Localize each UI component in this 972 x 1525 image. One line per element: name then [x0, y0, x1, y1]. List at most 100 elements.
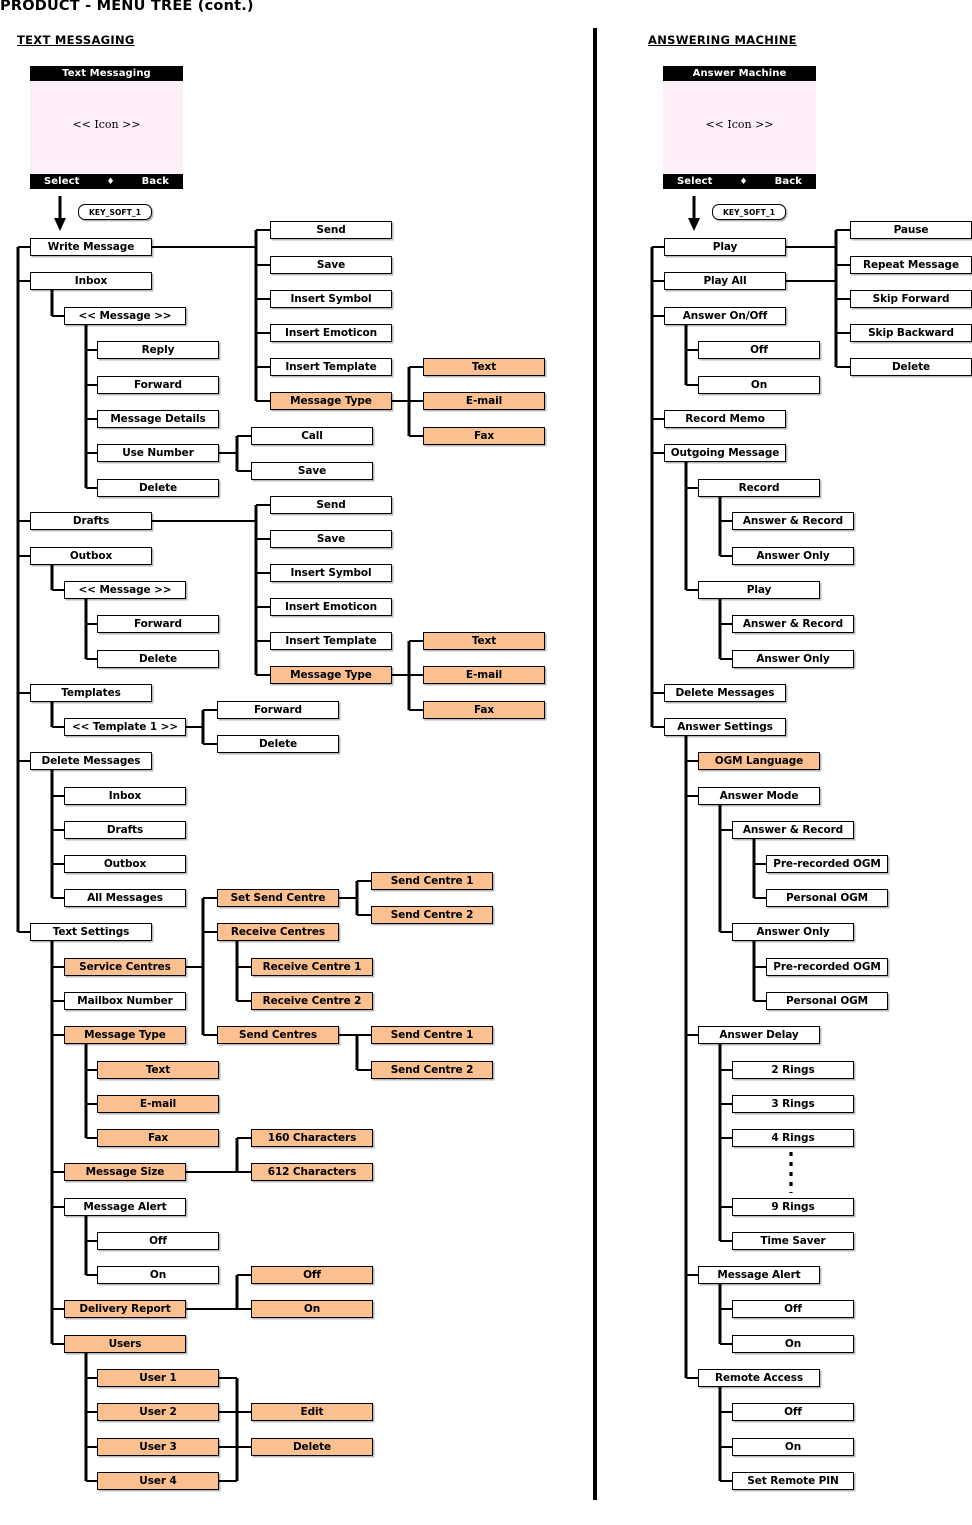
menu-node-delete[interactable]: Delete	[850, 358, 972, 376]
menu-node-template1[interactable]: << Template 1 >>	[64, 718, 186, 736]
menu-node-delivery-report[interactable]: Delivery Report	[64, 1300, 186, 1318]
menu-node-rec-ao[interactable]: Answer Only	[732, 547, 854, 565]
menu-node-record-memo[interactable]: Record Memo	[664, 410, 786, 428]
right-softkey-back[interactable]: Back	[775, 176, 802, 187]
menu-node-del-outbox[interactable]: Outbox	[64, 855, 186, 873]
menu-node-fax3[interactable]: Fax	[97, 1129, 219, 1147]
menu-node-ra-on[interactable]: On	[732, 1438, 854, 1456]
menu-node-write-message[interactable]: Write Message	[30, 238, 152, 256]
menu-node-ra-off[interactable]: Off	[732, 1403, 854, 1421]
menu-node-del-messages[interactable]: Delete Messages	[664, 684, 786, 702]
menu-node-recv-centre-1[interactable]: Receive Centre 1	[251, 958, 373, 976]
menu-node-user1[interactable]: User 1	[97, 1369, 219, 1387]
menu-node-mailbox-number[interactable]: Mailbox Number	[64, 992, 186, 1010]
menu-node-play[interactable]: Play	[664, 238, 786, 256]
menu-node-send-centre-2b[interactable]: Send Centre 2	[371, 1061, 493, 1079]
menu-node-email2[interactable]: E-mail	[423, 666, 545, 684]
menu-node-delete3[interactable]: Delete	[217, 735, 339, 753]
menu-node-fax2[interactable]: Fax	[423, 701, 545, 719]
menu-node-del-all[interactable]: All Messages	[64, 889, 186, 907]
menu-node-am-ar-pre[interactable]: Pre-recorded OGM	[766, 855, 888, 873]
menu-node-email1[interactable]: E-mail	[423, 392, 545, 410]
menu-node-delete1[interactable]: Delete	[97, 479, 219, 497]
menu-node-am-ao-pre[interactable]: Pre-recorded OGM	[766, 958, 888, 976]
menu-node-dr-on[interactable]: On	[251, 1300, 373, 1318]
menu-node-recv-centre-2[interactable]: Receive Centre 2	[251, 992, 373, 1010]
menu-node-text-settings[interactable]: Text Settings	[30, 923, 152, 941]
menu-node-ao-on[interactable]: On	[698, 376, 820, 394]
menu-node-fax1[interactable]: Fax	[423, 427, 545, 445]
menu-node-text3[interactable]: Text	[97, 1061, 219, 1079]
menu-node-receive-centres[interactable]: Receive Centres	[217, 923, 339, 941]
menu-node-text2[interactable]: Text	[423, 632, 545, 650]
menu-node-dr-off[interactable]: Off	[251, 1266, 373, 1284]
menu-node-am-ao-pers[interactable]: Personal OGM	[766, 992, 888, 1010]
menu-node-insert-symbol1[interactable]: Insert Symbol	[270, 290, 392, 308]
menu-node-ma-on[interactable]: On	[732, 1335, 854, 1353]
menu-node-drafts[interactable]: Drafts	[30, 512, 152, 530]
menu-node-insert-symbol2[interactable]: Insert Symbol	[270, 564, 392, 582]
menu-node-alert-on[interactable]: On	[97, 1266, 219, 1284]
menu-node-msg-type1[interactable]: Message Type	[270, 392, 392, 410]
menu-node-use-number[interactable]: Use Number	[97, 444, 219, 462]
menu-node-send1[interactable]: Send	[270, 221, 392, 239]
menu-node-insert-tmpl1[interactable]: Insert Template	[270, 358, 392, 376]
menu-node-save1[interactable]: Save	[270, 256, 392, 274]
menu-node-user2[interactable]: User 2	[97, 1403, 219, 1421]
menu-node-2-rings[interactable]: 2 Rings	[732, 1061, 854, 1079]
menu-node-remote-access[interactable]: Remote Access	[698, 1369, 820, 1387]
menu-node-outbox-msg[interactable]: << Message >>	[64, 581, 186, 599]
left-softkey-select[interactable]: Select	[44, 176, 80, 187]
menu-node-templates[interactable]: Templates	[30, 684, 152, 702]
menu-node-msg-size[interactable]: Message Size	[64, 1163, 186, 1181]
menu-node-msg-alert[interactable]: Message Alert	[64, 1198, 186, 1216]
menu-node-answer-onoff[interactable]: Answer On/Off	[664, 307, 786, 325]
menu-node-answer-mode[interactable]: Answer Mode	[698, 787, 820, 805]
menu-node-save-num[interactable]: Save	[251, 462, 373, 480]
menu-node-edit[interactable]: Edit	[251, 1403, 373, 1421]
menu-node-skip-bwd[interactable]: Skip Backward	[850, 324, 972, 342]
menu-node-4-rings[interactable]: 4 Rings	[732, 1129, 854, 1147]
menu-node-inbox-msg[interactable]: << Message >>	[64, 307, 186, 325]
menu-node-160-chars[interactable]: 160 Characters	[251, 1129, 373, 1147]
menu-node-msg-details[interactable]: Message Details	[97, 410, 219, 428]
menu-node-send-centre-2a[interactable]: Send Centre 2	[371, 906, 493, 924]
menu-node-msg-type3[interactable]: Message Type	[64, 1026, 186, 1044]
menu-node-3-rings[interactable]: 3 Rings	[732, 1095, 854, 1113]
menu-node-am-ar-pers[interactable]: Personal OGM	[766, 889, 888, 907]
menu-node-ma-off[interactable]: Off	[732, 1300, 854, 1318]
menu-node-text1[interactable]: Text	[423, 358, 545, 376]
menu-node-service-centres[interactable]: Service Centres	[64, 958, 186, 976]
menu-node-rec-ar[interactable]: Answer & Record	[732, 512, 854, 530]
menu-node-alert-off[interactable]: Off	[97, 1232, 219, 1250]
menu-node-am-ar[interactable]: Answer & Record	[732, 821, 854, 839]
menu-node-repeat-msg[interactable]: Repeat Message	[850, 256, 972, 274]
menu-node-user-delete[interactable]: Delete	[251, 1438, 373, 1456]
menu-node-insert-tmpl2[interactable]: Insert Template	[270, 632, 392, 650]
menu-node-forward2[interactable]: Forward	[97, 615, 219, 633]
menu-node-del-messages[interactable]: Delete Messages	[30, 752, 152, 770]
menu-node-insert-emot1[interactable]: Insert Emoticon	[270, 324, 392, 342]
menu-node-pause[interactable]: Pause	[850, 221, 972, 239]
menu-node-set-send-centre[interactable]: Set Send Centre	[217, 889, 339, 907]
menu-node-del-inbox[interactable]: Inbox	[64, 787, 186, 805]
menu-node-forward3[interactable]: Forward	[217, 701, 339, 719]
menu-node-am-ao[interactable]: Answer Only	[732, 923, 854, 941]
menu-node-email3[interactable]: E-mail	[97, 1095, 219, 1113]
menu-node-reply[interactable]: Reply	[97, 341, 219, 359]
menu-node-users[interactable]: Users	[64, 1335, 186, 1353]
menu-node-play-ao[interactable]: Answer Only	[732, 650, 854, 668]
menu-node-9-rings[interactable]: 9 Rings	[732, 1198, 854, 1216]
menu-node-play-all[interactable]: Play All	[664, 272, 786, 290]
right-softkey-select[interactable]: Select	[677, 176, 713, 187]
menu-node-save2[interactable]: Save	[270, 530, 392, 548]
menu-node-user3[interactable]: User 3	[97, 1438, 219, 1456]
menu-node-send-centre-1b[interactable]: Send Centre 1	[371, 1026, 493, 1044]
menu-node-answer-settings[interactable]: Answer Settings	[664, 718, 786, 736]
menu-node-del-drafts[interactable]: Drafts	[64, 821, 186, 839]
menu-node-ogm-play[interactable]: Play	[698, 581, 820, 599]
menu-node-ogm-record[interactable]: Record	[698, 479, 820, 497]
menu-node-delete2[interactable]: Delete	[97, 650, 219, 668]
menu-node-msg-alert[interactable]: Message Alert	[698, 1266, 820, 1284]
menu-node-send2[interactable]: Send	[270, 496, 392, 514]
